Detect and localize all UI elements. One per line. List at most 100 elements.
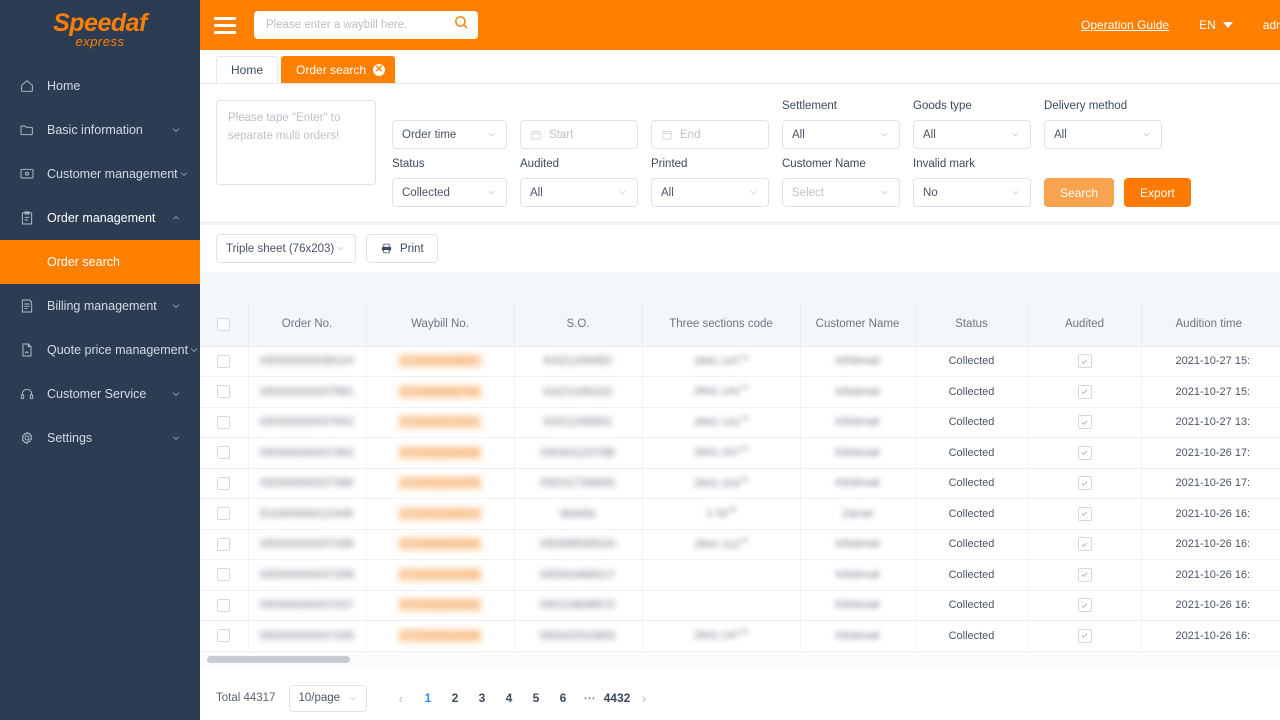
column-header-status[interactable]: Status (915, 303, 1029, 347)
audited-select[interactable]: All (520, 178, 638, 207)
audited-checkbox[interactable] (1077, 415, 1092, 429)
audited-checkbox[interactable] (1077, 598, 1092, 612)
hamburger-menu-icon[interactable] (214, 13, 236, 38)
row-checkbox[interactable] (217, 629, 231, 643)
audited-checkbox[interactable] (1077, 506, 1092, 521)
row-checkbox[interactable] (217, 476, 231, 490)
select-all-checkbox[interactable] (217, 317, 231, 331)
sidebar-item-basic-information[interactable]: Basic information (0, 108, 200, 152)
row-checkbox[interactable] (217, 415, 231, 429)
audited-checkbox[interactable] (1077, 476, 1092, 490)
status-select[interactable]: Collected (392, 178, 507, 207)
table-row[interactable]: KE000000037298 472040004498 KE06348601Y KEt… (200, 559, 1280, 591)
audited-checkbox[interactable] (1077, 354, 1092, 368)
prev-page-button[interactable]: ‹ (387, 685, 414, 712)
column-header-audited[interactable]: Audited (1028, 303, 1142, 347)
time-type-select[interactable]: Order time (392, 120, 507, 149)
table-row[interactable]: KE000000037362 472040004498 KE06111579B 284… (200, 437, 1280, 469)
horizontal-scrollbar[interactable] (200, 651, 1280, 666)
close-icon[interactable]: ✕ (373, 64, 386, 76)
table-row[interactable]: KE000000037981 472040006790 KAZ1246102 2841… (200, 376, 1280, 408)
goods-type-select[interactable]: All (913, 120, 1031, 149)
settlement-select[interactable]: All (782, 120, 900, 149)
column-header-audition-time[interactable]: Audition time (1141, 303, 1280, 347)
sidebar-item-order-management[interactable]: Order management (0, 196, 200, 240)
sidebar-item-home[interactable]: Home (0, 64, 200, 108)
column-header-waybill-no[interactable]: Waybill No. (366, 303, 515, 347)
page-number-1[interactable]: 1 (414, 685, 441, 712)
customer-name-select[interactable]: Select (782, 178, 900, 207)
table-row[interactable]: E1000000012448 472041049879 Mobile 1-3279 Za… (200, 498, 1280, 530)
table-row[interactable]: KE000000037298 472040004590 KE06863652A 284… (200, 529, 1280, 560)
chevron-down-icon[interactable] (170, 124, 182, 136)
column-header-order-no[interactable]: Order No. (248, 303, 367, 347)
audited-checkbox[interactable] (1077, 628, 1092, 643)
next-page-button[interactable]: › (630, 685, 657, 712)
row-checkbox[interactable] (217, 568, 231, 582)
printed-select[interactable]: All (651, 178, 769, 207)
table-row[interactable]: KE000000037209 472040004488 KE00253186S 284… (200, 620, 1280, 652)
sidebar-item-billing-management[interactable]: Billing management (0, 284, 200, 328)
multi-order-input[interactable] (216, 100, 376, 185)
row-checkbox[interactable] (217, 598, 231, 612)
sidebar-item-settings[interactable]: Settings (0, 416, 200, 460)
table-row[interactable]: KE000000037902 472040007021 KAZ1240801 2841… (200, 407, 1280, 438)
cell-waybill-no[interactable]: 472040007021 (366, 407, 515, 438)
audited-checkbox[interactable] (1077, 537, 1092, 551)
column-header-three-sections-code[interactable]: Three sections code (642, 303, 801, 347)
cell-waybill-no[interactable]: 472040004409 (366, 468, 515, 499)
chevron-down-icon[interactable] (188, 344, 200, 356)
row-checkbox[interactable] (217, 354, 231, 368)
page-number-4[interactable]: 4 (495, 685, 522, 712)
table-row[interactable]: KE000000038124 472040009897 KAZ1246482 2841… (200, 346, 1280, 377)
end-date-input[interactable]: End (651, 120, 769, 149)
cell-waybill-no[interactable]: 472040009897 (366, 346, 515, 377)
chevron-down-icon[interactable] (178, 168, 190, 180)
sidebar-item-quote-price-management[interactable]: Quote price management (0, 328, 200, 372)
cell-waybill-no[interactable]: 472040004590 (366, 529, 515, 560)
sidebar-item-order-search[interactable]: Order search (0, 240, 200, 284)
column-header-customer-name[interactable]: Customer Name (800, 303, 916, 347)
print-button[interactable]: Print (366, 234, 438, 263)
chevron-down-icon[interactable] (170, 432, 182, 444)
brand-logo[interactable]: Speedaf express (0, 0, 200, 52)
cell-waybill-no[interactable]: 472040004498 (366, 437, 515, 469)
delivery-method-select[interactable]: All (1044, 120, 1162, 149)
chevron-down-icon[interactable] (170, 388, 182, 400)
page-number-6[interactable]: 6 (549, 685, 576, 712)
column-header-so[interactable]: S.O. (514, 303, 643, 347)
cell-waybill-no[interactable]: 472040004488 (366, 620, 515, 652)
chevron-down-icon[interactable] (170, 300, 182, 312)
audited-checkbox[interactable] (1077, 445, 1092, 460)
audited-checkbox[interactable] (1077, 384, 1092, 399)
search-icon[interactable] (453, 14, 470, 36)
user-name[interactable]: admin (1263, 18, 1280, 32)
start-date-input[interactable]: Start (520, 120, 638, 149)
tab-home[interactable]: Home (216, 56, 279, 83)
page-number-3[interactable]: 3 (468, 685, 495, 712)
page-number-5[interactable]: 5 (522, 685, 549, 712)
table-row[interactable]: KE000000037207 472040004560 KE01380887Z KEt… (200, 590, 1280, 621)
chevron-up-icon[interactable] (170, 212, 182, 224)
row-checkbox[interactable] (217, 385, 231, 399)
sidebar-item-customer-service[interactable]: Customer Service (0, 372, 200, 416)
page-ellipsis[interactable]: ⋯ (576, 685, 603, 712)
tab-order-search[interactable]: Order search ✕ (281, 56, 396, 83)
row-checkbox[interactable] (217, 507, 231, 521)
language-selector[interactable]: EN (1199, 18, 1233, 32)
table-row[interactable]: KE000000037366 472040004409 KE01173066A 284… (200, 468, 1280, 499)
waybill-search-input[interactable] (266, 19, 453, 31)
operation-guide-link[interactable]: Operation Guide (1081, 18, 1169, 32)
scrollbar-thumb[interactable] (207, 655, 350, 663)
page-number-2[interactable]: 2 (441, 685, 468, 712)
cell-waybill-no[interactable]: 472040004560 (366, 590, 515, 621)
sheet-type-select[interactable]: Triple sheet (76x203) (216, 234, 356, 263)
sidebar-item-customer-management[interactable]: Customer management (0, 152, 200, 196)
cell-waybill-no[interactable]: 472040004498 (366, 559, 515, 591)
invalid-mark-select[interactable]: No (913, 178, 1031, 207)
row-checkbox[interactable] (217, 446, 231, 460)
waybill-search-box[interactable] (254, 11, 478, 39)
page-size-select[interactable]: 10/page (289, 684, 368, 712)
cell-waybill-no[interactable]: 472040006790 (366, 376, 515, 408)
audited-checkbox[interactable] (1077, 567, 1092, 582)
